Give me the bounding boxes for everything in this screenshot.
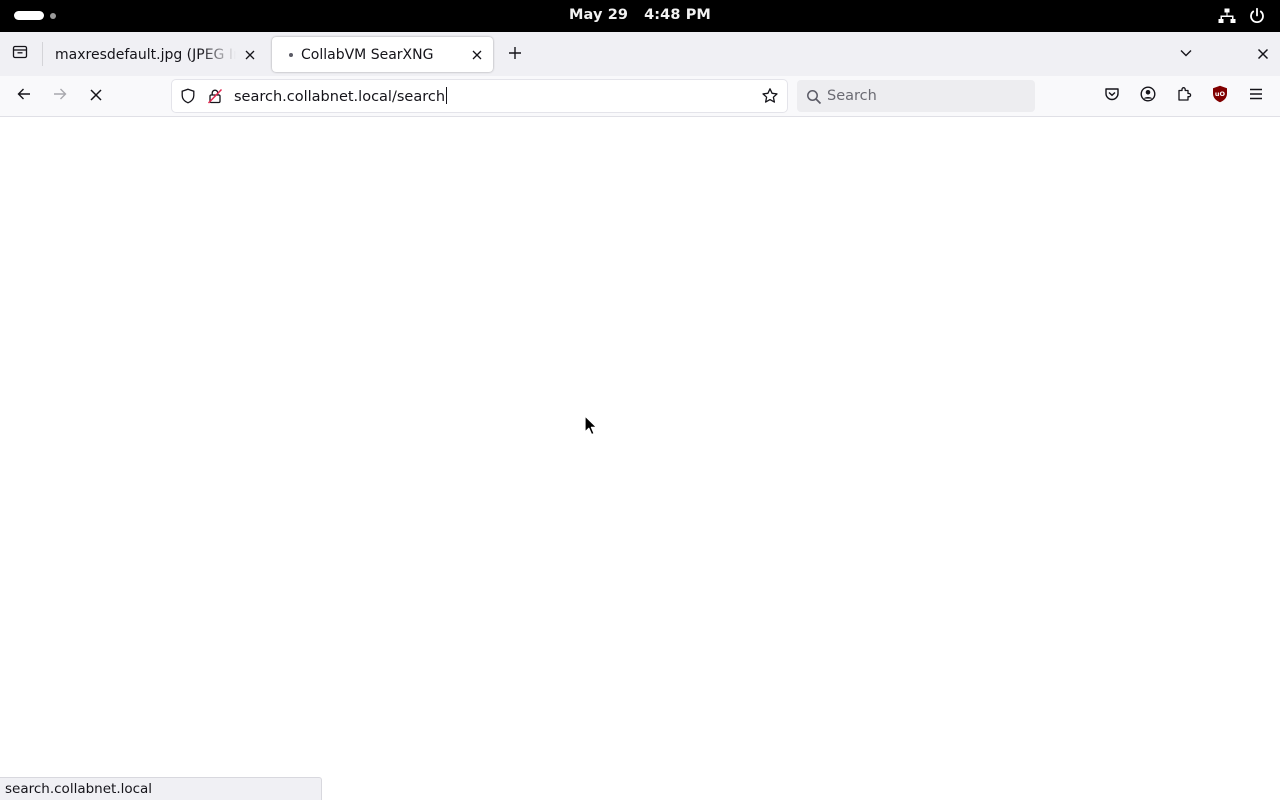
tab-maxresdefault[interactable]: maxresdefault.jpg (JPEG Ima — [46, 37, 266, 72]
pocket-button[interactable] — [1102, 86, 1122, 106]
chevron-down-icon — [1179, 45, 1193, 64]
account-button[interactable] — [1138, 86, 1158, 106]
stop-icon — [89, 87, 103, 106]
bookmark-star-icon[interactable] — [761, 87, 779, 105]
close-tab-icon[interactable] — [469, 47, 485, 63]
tab-loading-icon — [289, 53, 293, 57]
search-bar[interactable] — [797, 80, 1035, 112]
power-icon[interactable] — [1248, 7, 1266, 25]
svg-text:uO: uO — [1215, 90, 1226, 98]
navigation-toolbar: search.collabnet.local/search uO — [0, 76, 1280, 117]
stop-button[interactable] — [84, 84, 108, 108]
tab-title: maxresdefault.jpg (JPEG Ima — [55, 46, 236, 63]
pocket-icon — [1104, 86, 1120, 106]
text-caret — [446, 87, 448, 104]
firefox-view-button[interactable] — [8, 42, 32, 66]
page-content — [0, 117, 1280, 800]
forward-button[interactable] — [48, 84, 72, 108]
mouse-cursor-icon — [584, 415, 598, 437]
tab-collabvm-searxng[interactable]: CollabVM SearXNG — [272, 37, 493, 72]
ublock-icon: uO — [1212, 85, 1228, 107]
back-button[interactable] — [12, 84, 36, 108]
address-bar[interactable]: search.collabnet.local/search — [172, 80, 787, 112]
network-icon[interactable] — [1218, 7, 1236, 25]
clock-time: 4:48 PM — [644, 7, 711, 23]
firefox-view-icon — [12, 44, 28, 64]
close-icon — [1257, 45, 1269, 64]
tab-title: CollabVM SearXNG — [301, 46, 434, 63]
tab-strip-divider — [42, 42, 43, 66]
search-input[interactable] — [827, 80, 1027, 112]
plus-icon — [508, 45, 522, 64]
app-menu-button[interactable] — [1246, 86, 1266, 106]
close-tab-icon[interactable] — [242, 47, 258, 63]
clock[interactable]: May 29 4:48 PM — [0, 7, 1280, 23]
menu-icon — [1248, 86, 1264, 106]
list-all-tabs-button[interactable] — [1174, 42, 1198, 66]
back-icon — [16, 86, 32, 106]
status-bar: search.collabnet.local — [0, 777, 322, 800]
tracking-protection-shield-icon[interactable] — [180, 88, 196, 104]
system-top-bar: May 29 4:48 PM — [0, 0, 1280, 32]
extensions-icon — [1176, 86, 1192, 106]
new-tab-button[interactable] — [503, 42, 527, 66]
workspace-active-indicator — [14, 11, 44, 20]
extensions-button[interactable] — [1174, 86, 1194, 106]
account-icon — [1140, 86, 1156, 106]
tab-strip: maxresdefault.jpg (JPEG Ima CollabVM Sea… — [0, 32, 1280, 76]
forward-icon — [52, 86, 68, 106]
window-close-button[interactable] — [1251, 42, 1275, 66]
system-tray[interactable] — [1218, 7, 1266, 25]
clock-date: May 29 — [569, 7, 629, 23]
workspace-inactive-indicator — [50, 12, 56, 19]
url-text[interactable]: search.collabnet.local/search — [234, 87, 448, 105]
url-value: search.collabnet.local/search — [234, 89, 446, 105]
activities-button[interactable] — [14, 11, 56, 20]
search-icon — [806, 89, 822, 105]
insecure-lock-icon[interactable] — [207, 88, 223, 104]
ublock-button[interactable]: uO — [1210, 85, 1230, 107]
